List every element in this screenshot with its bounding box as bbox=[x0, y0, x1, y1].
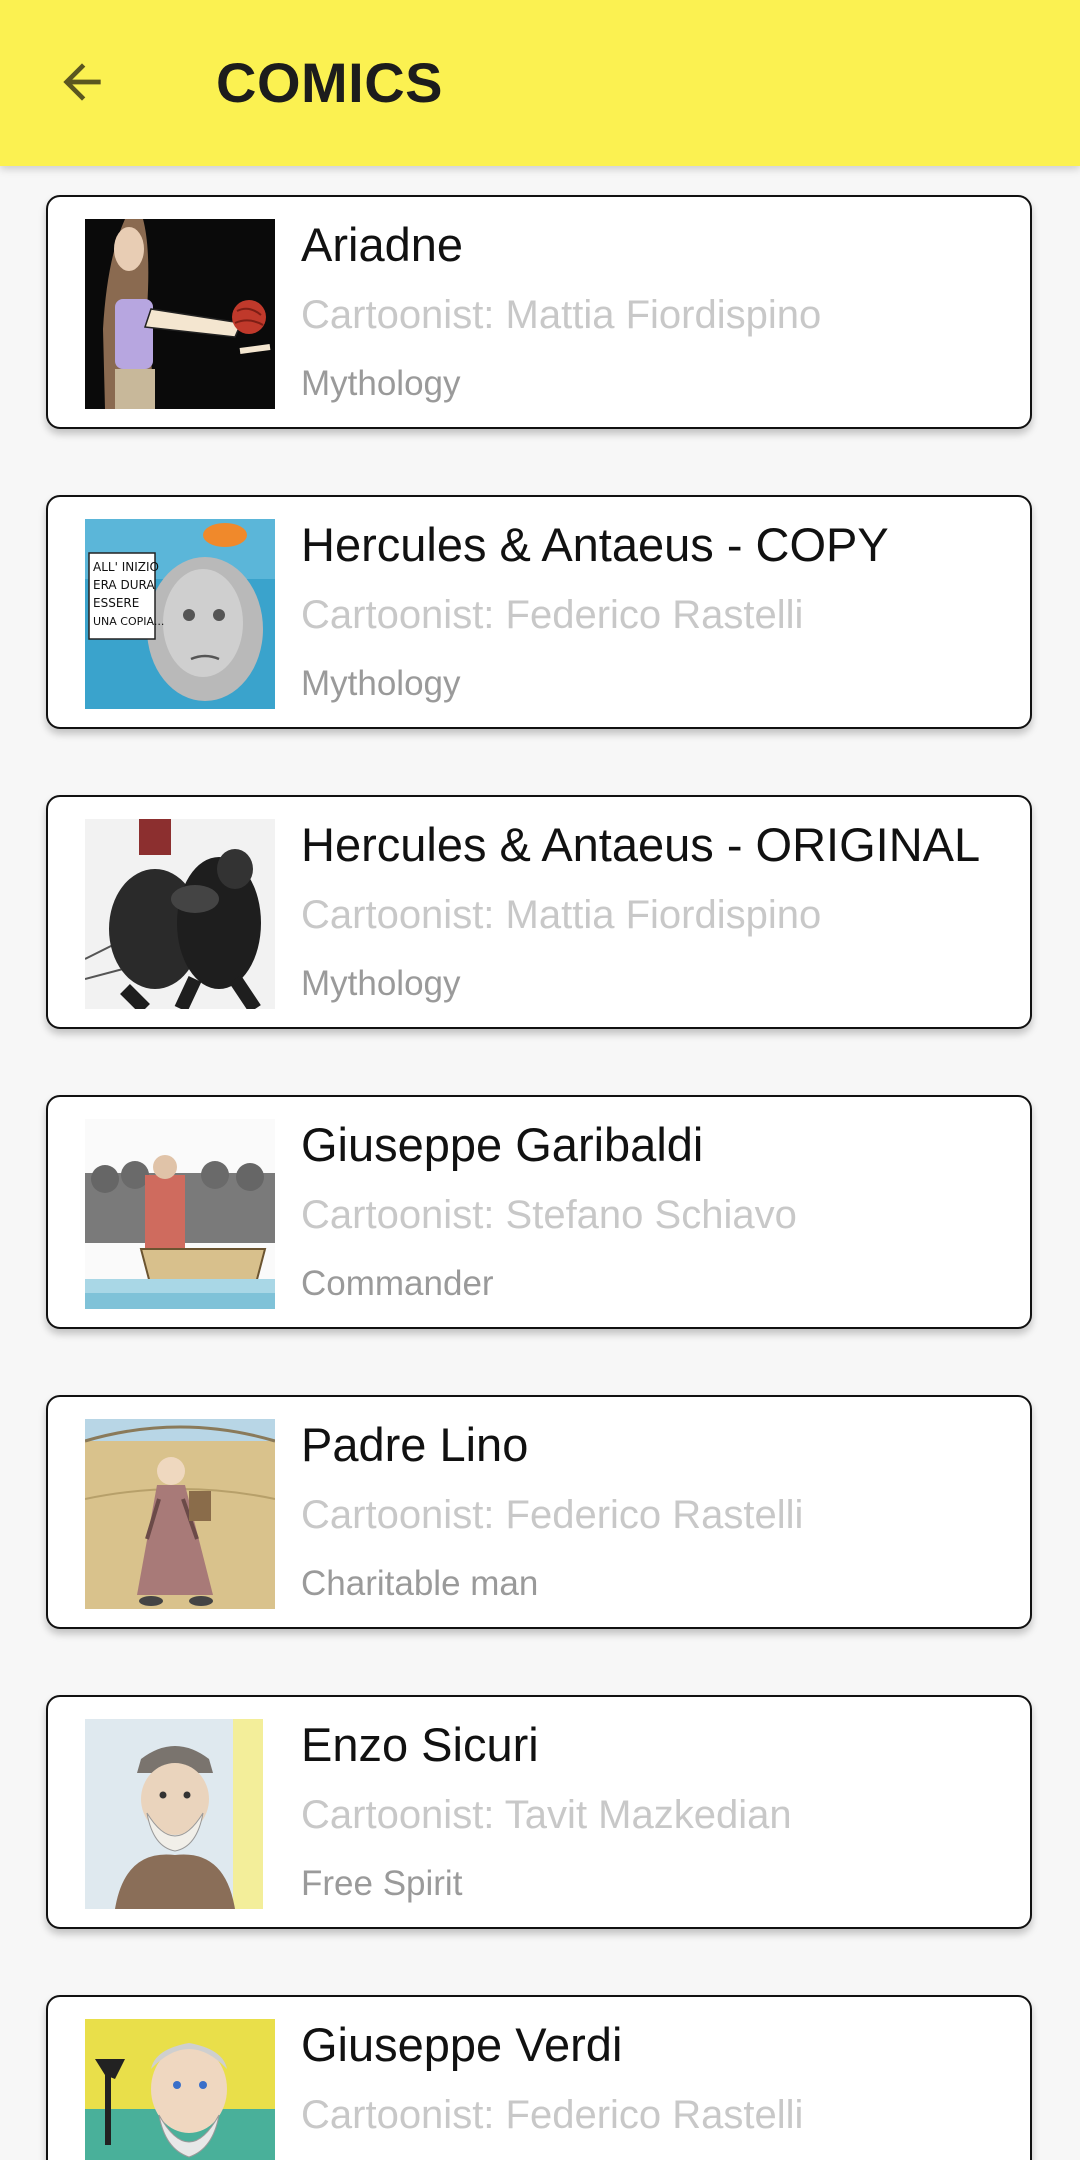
comic-cartoonist: Cartoonist: Tavit Mazkedian bbox=[301, 1793, 792, 1837]
comic-thumbnail: ALL' INIZIO ERA DURA ESSERE UNA COPIA... bbox=[85, 519, 275, 709]
comic-category: Charitable man bbox=[301, 1564, 539, 1603]
comic-category: Commander bbox=[301, 1264, 494, 1303]
comic-card-giuseppe-garibaldi[interactable]: Giuseppe Garibaldi Cartoonist: Stefano S… bbox=[46, 1095, 1032, 1329]
comic-cartoonist: Cartoonist: Stefano Schiavo bbox=[301, 1193, 797, 1237]
comic-card-giuseppe-verdi[interactable]: Giuseppe Verdi Cartoonist: Federico Rast… bbox=[46, 1995, 1032, 2160]
page-title: COMICS bbox=[216, 51, 443, 114]
comic-title: Padre Lino bbox=[301, 1418, 529, 1471]
comic-cartoonist: Cartoonist: Mattia Fiordispino bbox=[301, 893, 822, 937]
comic-title: Giuseppe Verdi bbox=[301, 2018, 623, 2071]
comic-thumbnail bbox=[85, 1419, 275, 1609]
thumb-caption-line: UNA COPIA... bbox=[93, 615, 164, 628]
comic-cartoonist: Cartoonist: Federico Rastelli bbox=[301, 593, 804, 637]
comic-thumbnail bbox=[85, 2019, 275, 2160]
comic-title: Hercules & Antaeus - COPY bbox=[301, 518, 889, 571]
comic-category: Free Spirit bbox=[301, 1864, 463, 1903]
comic-title: Enzo Sicuri bbox=[301, 1718, 539, 1771]
comic-card-hercules-antaeus-copy[interactable]: ALL' INIZIO ERA DURA ESSERE UNA COPIA...… bbox=[46, 495, 1032, 729]
comic-cartoonist: Cartoonist: Federico Rastelli bbox=[301, 2093, 804, 2137]
comic-thumbnail bbox=[85, 1719, 275, 1909]
comic-category: Mythology bbox=[301, 964, 461, 1003]
comic-title: Giuseppe Garibaldi bbox=[301, 1118, 704, 1171]
comic-thumbnail bbox=[85, 1119, 275, 1309]
back-button[interactable] bbox=[44, 44, 120, 120]
comic-cartoonist: Cartoonist: Federico Rastelli bbox=[301, 1493, 804, 1537]
comic-thumbnail bbox=[85, 219, 275, 409]
app-bar: COMICS bbox=[0, 0, 1080, 166]
thumb-caption-line: ESSERE bbox=[93, 596, 139, 610]
comic-title: Hercules & Antaeus - ORIGINAL bbox=[301, 818, 981, 871]
comic-thumbnail bbox=[85, 819, 275, 1009]
comic-cartoonist: Cartoonist: Mattia Fiordispino bbox=[301, 293, 822, 337]
comic-card-enzo-sicuri[interactable]: Enzo Sicuri Cartoonist: Tavit Mazkedian … bbox=[46, 1695, 1032, 1929]
comic-title: Ariadne bbox=[301, 218, 463, 271]
comic-category: Mythology bbox=[301, 364, 461, 403]
comic-card-ariadne[interactable]: Ariadne Cartoonist: Mattia Fiordispino M… bbox=[46, 195, 1032, 429]
arrow-left-icon bbox=[63, 63, 101, 101]
comic-card-hercules-antaeus-original[interactable]: Hercules & Antaeus - ORIGINAL Cartoonist… bbox=[46, 795, 1032, 1029]
comic-category: Mythology bbox=[301, 664, 461, 703]
thumb-caption-line: ERA DURA bbox=[93, 578, 155, 592]
comic-card-padre-lino[interactable]: Padre Lino Cartoonist: Federico Rastelli… bbox=[46, 1395, 1032, 1629]
thumb-caption-line: ALL' INIZIO bbox=[93, 560, 159, 574]
comics-list[interactable]: Ariadne Cartoonist: Mattia Fiordispino M… bbox=[0, 166, 1080, 2160]
